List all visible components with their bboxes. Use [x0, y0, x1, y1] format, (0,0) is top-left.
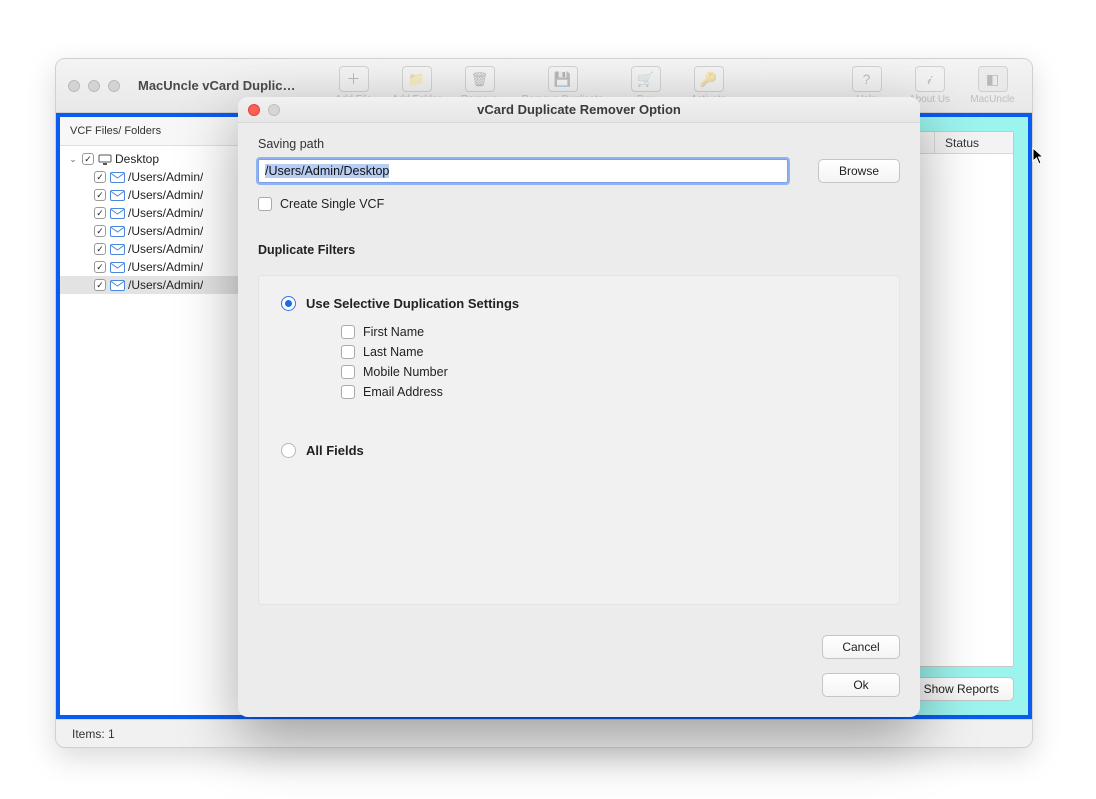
tree-checkbox[interactable] — [94, 207, 106, 219]
last-name-row[interactable]: Last Name — [341, 345, 877, 359]
tree-checkbox[interactable] — [82, 153, 94, 165]
tree-root-label: Desktop — [115, 152, 159, 166]
trash-icon: 🗑 — [465, 66, 495, 92]
all-fields-row[interactable]: All Fields — [281, 443, 877, 458]
use-selective-label: Use Selective Duplication Settings — [306, 296, 519, 311]
dialog-titlebar: vCard Duplicate Remover Option — [238, 97, 920, 123]
status-items: Items: 1 — [72, 727, 115, 741]
email-checkbox[interactable] — [341, 385, 355, 399]
tree-checkbox[interactable] — [94, 189, 106, 201]
use-selective-radio[interactable] — [281, 296, 296, 311]
tree-checkbox[interactable] — [94, 225, 106, 237]
ok-button[interactable]: Ok — [822, 673, 900, 697]
vcard-icon — [110, 262, 124, 272]
zoom-light[interactable] — [108, 80, 120, 92]
column-status[interactable]: Status — [935, 132, 1013, 153]
vcard-icon — [110, 244, 124, 254]
create-single-label: Create Single VCF — [280, 197, 384, 211]
mobile-label: Mobile Number — [363, 365, 448, 379]
first-name-label: First Name — [363, 325, 424, 339]
vcard-icon — [110, 190, 124, 200]
options-dialog: vCard Duplicate Remover Option Saving pa… — [238, 97, 920, 717]
tree-item-label: /Users/Admin/ — [128, 170, 203, 184]
tree-checkbox[interactable] — [94, 171, 106, 183]
main-traffic-lights — [68, 80, 120, 92]
tree-item-label: /Users/Admin/ — [128, 242, 203, 256]
email-label: Email Address — [363, 385, 443, 399]
all-fields-label: All Fields — [306, 443, 364, 458]
tree-item-label: /Users/Admin/ — [128, 206, 203, 220]
saving-path-row: Browse — [258, 159, 900, 183]
add-file-icon: ＋ — [339, 66, 369, 92]
filters-box: Use Selective Duplication Settings First… — [258, 275, 900, 605]
question-icon: ? — [852, 66, 882, 92]
minimize-light[interactable] — [88, 80, 100, 92]
selective-fields: First Name Last Name Mobile Number Email… — [341, 325, 877, 399]
vcard-icon — [110, 208, 124, 218]
tree-item-label: /Users/Admin/ — [128, 278, 203, 292]
tree-checkbox[interactable] — [94, 261, 106, 273]
cursor-icon — [1032, 147, 1046, 170]
display-icon — [98, 154, 111, 164]
first-name-row[interactable]: First Name — [341, 325, 877, 339]
main-window-title: MacUncle vCard Duplica... — [138, 78, 298, 93]
email-row[interactable]: Email Address — [341, 385, 877, 399]
dialog-title: vCard Duplicate Remover Option — [477, 102, 681, 117]
dialog-actions: Cancel Ok — [238, 635, 920, 717]
last-name-label: Last Name — [363, 345, 423, 359]
dialog-close-light[interactable] — [248, 104, 260, 116]
first-name-checkbox[interactable] — [341, 325, 355, 339]
close-light[interactable] — [68, 80, 80, 92]
chevron-down-icon[interactable]: ⌄ — [68, 154, 78, 165]
toolbar-brand[interactable]: ◧ MacUncle — [965, 66, 1020, 105]
tree-checkbox[interactable] — [94, 243, 106, 255]
vcard-icon — [110, 226, 124, 236]
save-icon: 💾 — [548, 66, 578, 92]
create-single-checkbox[interactable] — [258, 197, 272, 211]
use-selective-row[interactable]: Use Selective Duplication Settings — [281, 296, 877, 311]
dialog-traffic-lights — [248, 104, 280, 116]
show-reports-button[interactable]: Show Reports — [909, 677, 1014, 701]
browse-button[interactable]: Browse — [818, 159, 900, 183]
dialog-minimize-light — [268, 104, 280, 116]
tree-item-label: /Users/Admin/ — [128, 224, 203, 238]
vcard-icon — [110, 280, 124, 290]
add-folder-icon: 📁 — [402, 66, 432, 92]
tree-item-label: /Users/Admin/ — [128, 260, 203, 274]
duplicate-filters-label: Duplicate Filters — [258, 243, 900, 257]
dialog-body: Saving path Browse Create Single VCF Dup… — [238, 123, 920, 635]
brand-icon: ◧ — [978, 66, 1008, 92]
saving-path-label: Saving path — [258, 137, 900, 151]
tree-item-label: /Users/Admin/ — [128, 188, 203, 202]
cancel-button[interactable]: Cancel — [822, 635, 900, 659]
saving-path-input[interactable] — [258, 159, 788, 183]
statusbar: Items: 1 — [56, 719, 1032, 747]
toolbar-brand-label: MacUncle — [970, 94, 1014, 105]
vcard-icon — [110, 172, 124, 182]
mobile-checkbox[interactable] — [341, 365, 355, 379]
mobile-row[interactable]: Mobile Number — [341, 365, 877, 379]
key-icon: 🔑 — [694, 66, 724, 92]
all-fields-radio[interactable] — [281, 443, 296, 458]
last-name-checkbox[interactable] — [341, 345, 355, 359]
cart-icon: 🛒 — [631, 66, 661, 92]
create-single-row[interactable]: Create Single VCF — [258, 197, 900, 211]
tree-checkbox[interactable] — [94, 279, 106, 291]
info-icon: 𝒾 — [915, 66, 945, 92]
